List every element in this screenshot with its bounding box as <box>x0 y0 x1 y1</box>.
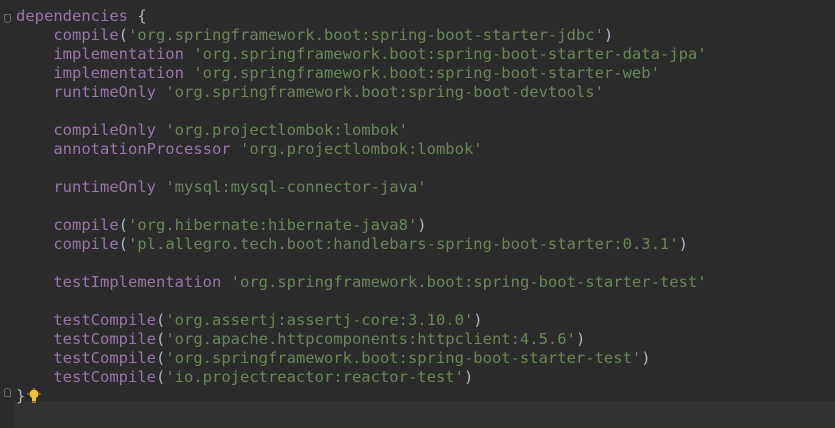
code-line[interactable] <box>16 292 835 311</box>
code-line[interactable]: annotationProcessor 'org.projectlombok:l… <box>16 140 835 159</box>
dependency-string: 'org.springframework.boot:spring-boot-st… <box>165 349 642 367</box>
separator <box>156 83 165 101</box>
separator <box>156 121 165 139</box>
open-paren: ( <box>118 235 128 253</box>
config-keyword: implementation <box>53 45 184 63</box>
config-keyword: testCompile <box>53 311 156 329</box>
code-line[interactable]: testCompile('org.apache.httpcomponents:h… <box>16 330 835 349</box>
code-editor[interactable]: dependencies { compile('org.springframew… <box>16 7 835 406</box>
config-keyword: testImplementation <box>53 273 222 291</box>
close-paren: ) <box>463 368 474 386</box>
separator <box>231 140 240 158</box>
dependency-string: 'org.hibernate:hibernate-java8' <box>128 216 418 234</box>
code-line[interactable] <box>16 197 835 216</box>
code-line[interactable]: compile('org.springframework.boot:spring… <box>16 26 835 45</box>
code-line[interactable]: runtimeOnly 'mysql:mysql-connector-java' <box>16 178 835 197</box>
config-keyword: testCompile <box>53 330 156 348</box>
code-line[interactable]: } <box>16 387 835 406</box>
config-keyword: runtimeOnly <box>53 178 156 196</box>
config-keyword: compileOnly <box>53 121 156 139</box>
open-paren: ( <box>155 311 166 329</box>
config-keyword: annotationProcessor <box>53 140 231 158</box>
open-paren: ( <box>118 216 128 234</box>
config-keyword: compile <box>53 26 119 44</box>
close-paren: ) <box>575 330 586 348</box>
dependency-string: 'org.springframework.boot:spring-boot-st… <box>128 26 604 44</box>
fold-marker-icon[interactable] <box>4 14 11 23</box>
config-keyword: testCompile <box>53 349 156 367</box>
dependency-string: 'org.springframework.boot:spring-boot-de… <box>165 83 604 101</box>
dependency-string: 'org.springframework.boot:spring-boot-st… <box>193 64 660 82</box>
close-paren: ) <box>417 216 427 234</box>
code-line[interactable]: runtimeOnly 'org.springframework.boot:sp… <box>16 83 835 102</box>
code-line[interactable] <box>16 254 835 273</box>
dependency-string: 'org.assertj:assertj-core:3.10.0' <box>165 311 474 329</box>
open-brace: { <box>127 7 147 25</box>
open-paren: ( <box>155 330 166 348</box>
dependencies-keyword: dependencies <box>16 7 128 25</box>
code-line[interactable]: implementation 'org.springframework.boot… <box>16 45 835 64</box>
code-line[interactable] <box>16 102 835 121</box>
lightbulb-icon[interactable] <box>27 387 41 403</box>
open-paren: ( <box>155 368 166 386</box>
editor-gutter[interactable] <box>0 0 14 428</box>
dependency-string: 'org.projectlombok:lombok' <box>165 121 408 139</box>
code-line[interactable]: compile('org.hibernate:hibernate-java8') <box>16 216 835 235</box>
dependency-string: 'org.projectlombok:lombok' <box>239 140 483 158</box>
close-paren: ) <box>641 349 651 367</box>
open-paren: ( <box>118 26 128 44</box>
close-brace: } <box>16 387 26 405</box>
config-keyword: testCompile <box>53 368 156 386</box>
code-line[interactable] <box>16 159 835 178</box>
code-line[interactable]: testCompile('io.projectreactor:reactor-t… <box>16 368 835 387</box>
dependency-string: 'mysql:mysql-connector-java' <box>165 178 427 196</box>
code-line[interactable]: compile('pl.allegro.tech.boot:handlebars… <box>16 235 835 254</box>
close-paren: ) <box>473 311 483 329</box>
code-line[interactable]: dependencies { <box>16 7 835 26</box>
separator <box>184 45 193 63</box>
separator <box>156 178 165 196</box>
dependency-string: 'org.springframework.boot:spring-boot-st… <box>230 273 707 291</box>
code-line[interactable]: implementation 'org.springframework.boot… <box>16 64 835 83</box>
separator <box>184 64 193 82</box>
separator <box>221 273 230 291</box>
dependency-string: 'pl.allegro.tech.boot:handlebars-spring-… <box>128 235 679 253</box>
config-keyword: compile <box>53 235 119 253</box>
open-paren: ( <box>155 349 166 367</box>
config-keyword: runtimeOnly <box>53 83 156 101</box>
dependency-string: 'io.projectreactor:reactor-test' <box>165 368 464 386</box>
code-line[interactable]: compileOnly 'org.projectlombok:lombok' <box>16 121 835 140</box>
dependency-string: 'org.springframework.boot:spring-boot-st… <box>193 45 707 63</box>
code-line[interactable]: testCompile('org.assertj:assertj-core:3.… <box>16 311 835 330</box>
code-line[interactable]: testCompile('org.springframework.boot:sp… <box>16 349 835 368</box>
config-keyword: implementation <box>53 64 184 82</box>
fold-marker-icon[interactable] <box>4 388 11 397</box>
close-paren: ) <box>678 235 688 253</box>
config-keyword: compile <box>53 216 119 234</box>
dependency-string: 'org.apache.httpcomponents:httpclient:4.… <box>165 330 576 348</box>
close-paren: ) <box>603 26 614 44</box>
code-line[interactable]: testImplementation 'org.springframework.… <box>16 273 835 292</box>
